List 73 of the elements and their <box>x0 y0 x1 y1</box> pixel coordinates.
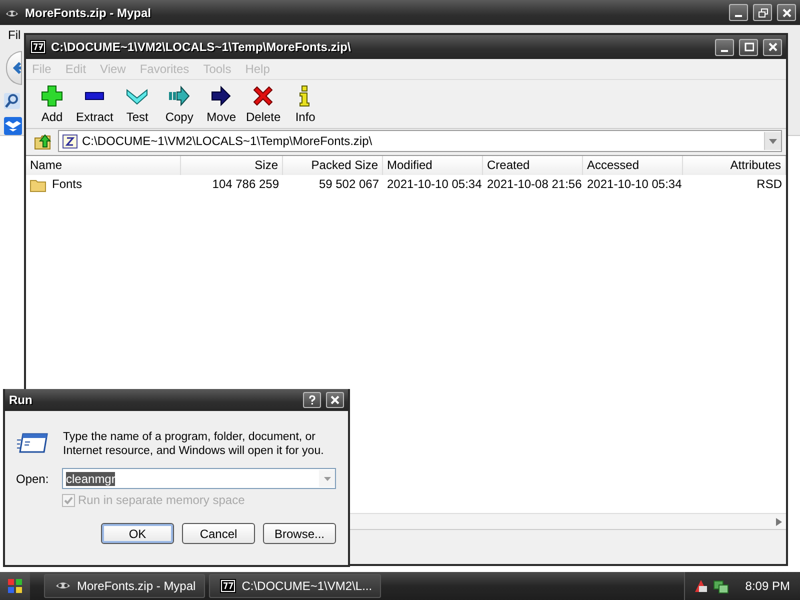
dropdown-arrow-icon <box>769 138 777 144</box>
column-header[interactable]: Name <box>26 156 181 175</box>
checkbox-label: Run in separate memory space <box>78 493 245 507</box>
clock: 8:09 PM <box>745 579 790 593</box>
network-icon[interactable] <box>713 578 730 594</box>
close-button[interactable] <box>763 38 782 56</box>
folder-up-icon <box>34 132 52 150</box>
file-name[interactable]: Fonts <box>48 175 86 194</box>
taskbar-button[interactable]: C:\DOCUME~1\VM2\L... <box>208 574 382 598</box>
copy-button[interactable]: Copy <box>159 82 200 126</box>
extract-button[interactable]: Extract <box>74 82 116 126</box>
maximize-button[interactable] <box>739 38 758 56</box>
move-button[interactable]: Move <box>201 82 242 126</box>
windows-logo-icon <box>7 578 23 594</box>
folder-icon <box>30 178 46 192</box>
restore-button[interactable] <box>753 4 772 21</box>
tray-app-icon[interactable] <box>693 578 710 594</box>
table-cell-text: RSD <box>756 176 783 193</box>
close-icon <box>330 395 340 405</box>
close-button[interactable] <box>777 4 796 21</box>
start-button[interactable] <box>0 572 30 600</box>
dialog-button[interactable]: Browse... <box>263 523 336 544</box>
scroll-right-icon[interactable] <box>776 518 782 526</box>
column-header[interactable]: Attributes <box>683 156 786 175</box>
search-icon[interactable] <box>4 93 20 109</box>
add-button[interactable]: Add <box>32 82 72 126</box>
minus-icon <box>85 92 104 100</box>
dropdown-arrow-icon <box>324 476 330 480</box>
arrow-icon <box>209 84 234 108</box>
zip-file-icon <box>62 134 78 148</box>
address-field[interactable]: C:\DOCUME~1\VM2\LOCALS~1\Temp\MoreFonts.zip\ <box>58 130 782 152</box>
run-instructions: Type the name of a program, folder, document, or Internet resource, and Windows will open it for you. <box>63 430 325 458</box>
plus-icon <box>40 84 64 108</box>
delete-button[interactable]: Delete <box>243 82 284 126</box>
column-header[interactable]: Created <box>483 156 583 175</box>
table-cell-text: 2021-10-08 21:56 <box>486 176 583 193</box>
help-icon <box>307 395 317 405</box>
taskbar-button[interactable]: MoreFonts.zip - Mypal <box>44 574 205 598</box>
info-button[interactable]: Info <box>285 82 326 126</box>
dialog-button[interactable]: Cancel <box>182 523 255 544</box>
close-button[interactable] <box>326 392 344 408</box>
window-title: MoreFonts.zip - Mypal <box>25 6 152 20</box>
double-arrow-icon <box>167 84 192 108</box>
window-title: C:\DOCUME~1\VM2\LOCALS~1\Temp\MoreFonts.zip\ <box>51 40 352 54</box>
restore-icon <box>758 8 768 18</box>
open-label: Open: <box>16 472 50 486</box>
maximize-icon <box>744 42 754 52</box>
close-icon <box>768 42 778 52</box>
back-arrow-icon <box>13 61 21 75</box>
up-folder-button[interactable] <box>34 132 52 150</box>
column-header[interactable]: Accessed <box>583 156 683 175</box>
minimize-icon <box>735 15 742 17</box>
open-field[interactable]: cleanmgr <box>62 468 336 489</box>
column-header[interactable]: Packed Size <box>283 156 383 175</box>
close-icon <box>782 8 792 18</box>
back-button[interactable] <box>6 51 22 85</box>
minimize-icon <box>721 50 728 52</box>
column-header[interactable]: Modified <box>383 156 483 175</box>
archive-app-icon <box>30 40 46 54</box>
menu-item[interactable]: Fil <box>8 28 21 42</box>
archive-app-icon <box>220 578 236 594</box>
table-cell-text: 2021-10-10 05:34 <box>386 176 483 193</box>
dialog-title: Run <box>9 393 34 407</box>
minimize-button[interactable] <box>715 38 734 56</box>
x-icon <box>251 84 276 108</box>
test-button[interactable]: Test <box>117 82 158 126</box>
table-cell-text: 104 786 259 <box>211 176 280 193</box>
table-cell-text: 2021-10-10 05:34 <box>586 176 683 193</box>
dialog-button[interactable]: OK <box>101 523 174 544</box>
column-header[interactable]: Size <box>181 156 283 175</box>
minimize-button[interactable] <box>729 4 748 21</box>
table-cell-text: 59 502 067 <box>318 176 380 193</box>
help-button[interactable] <box>303 392 321 408</box>
